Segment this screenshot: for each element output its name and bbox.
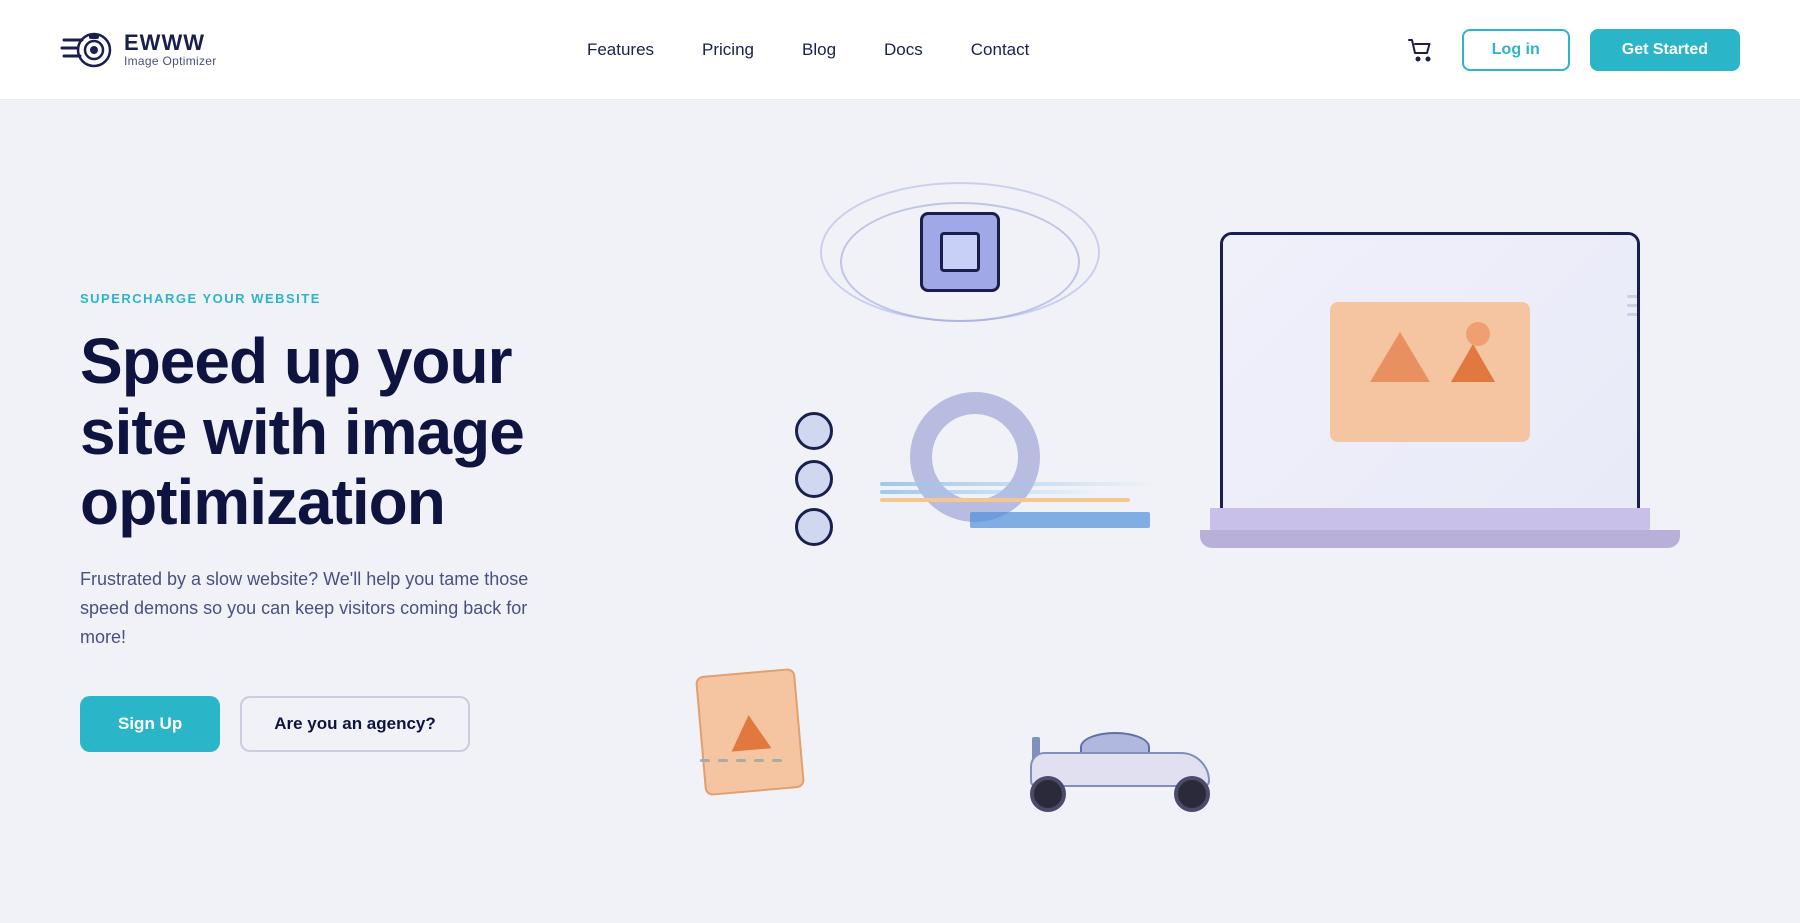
speed-line-3 bbox=[880, 498, 1130, 502]
speed-lines bbox=[880, 482, 1180, 502]
cylinder-elements bbox=[795, 412, 833, 556]
hero-section: SUPERCHARGE YOUR WEBSITE Speed up your s… bbox=[0, 100, 1800, 923]
spark-line-2 bbox=[1627, 304, 1640, 307]
camera-element bbox=[920, 212, 1020, 312]
dash-1 bbox=[700, 759, 710, 762]
nav-pricing[interactable]: Pricing bbox=[702, 40, 754, 60]
nav-contact[interactable]: Contact bbox=[971, 40, 1030, 60]
speed-line-1 bbox=[880, 482, 1160, 486]
laptop-keyboard bbox=[1210, 508, 1650, 532]
hero-illustration bbox=[600, 172, 1740, 872]
logo[interactable]: EWWW Image Optimizer bbox=[60, 24, 217, 76]
header-actions: Log in Get Started bbox=[1400, 29, 1740, 71]
screen-image bbox=[1330, 302, 1530, 442]
nav-blog[interactable]: Blog bbox=[802, 40, 836, 60]
agency-button[interactable]: Are you an agency? bbox=[240, 696, 470, 752]
hero-title: Speed up your site with image optimizati… bbox=[80, 326, 600, 537]
cylinder-2 bbox=[795, 460, 833, 498]
donut-ring bbox=[910, 392, 1040, 522]
cylinder-1 bbox=[795, 412, 833, 450]
mountain-icon-2 bbox=[1451, 344, 1495, 382]
dash-3 bbox=[736, 759, 746, 762]
logo-text: EWWW Image Optimizer bbox=[124, 32, 217, 68]
hero-buttons: Sign Up Are you an agency? bbox=[80, 696, 600, 752]
illustration-container bbox=[600, 172, 1740, 872]
logo-icon bbox=[60, 24, 112, 76]
car-wheel-back bbox=[1030, 776, 1066, 812]
logo-name: EWWW bbox=[124, 32, 217, 54]
speed-line-2 bbox=[880, 490, 1100, 494]
mountain-icon-1 bbox=[1370, 332, 1430, 382]
nav-docs[interactable]: Docs bbox=[884, 40, 923, 60]
laptop-base bbox=[1200, 530, 1680, 548]
spark-line-3 bbox=[1627, 313, 1640, 316]
dash-trail bbox=[700, 759, 782, 762]
donut-outer-ring bbox=[910, 392, 1040, 522]
nav-features[interactable]: Features bbox=[587, 40, 654, 60]
image-card bbox=[695, 667, 805, 795]
cart-icon[interactable] bbox=[1400, 29, 1442, 71]
f1-car bbox=[1020, 732, 1220, 812]
laptop-illustration bbox=[1220, 232, 1700, 572]
laptop-screen bbox=[1220, 232, 1640, 512]
screen-sparks bbox=[1627, 295, 1640, 322]
blue-accent-block bbox=[970, 512, 1150, 528]
main-nav: Features Pricing Blog Docs Contact bbox=[587, 40, 1029, 60]
sun-icon bbox=[1466, 322, 1490, 346]
car-wheel-front bbox=[1174, 776, 1210, 812]
login-button[interactable]: Log in bbox=[1462, 29, 1570, 71]
camera-body bbox=[920, 212, 1000, 292]
header: EWWW Image Optimizer Features Pricing Bl… bbox=[0, 0, 1800, 100]
get-started-button[interactable]: Get Started bbox=[1590, 29, 1740, 71]
hero-content: SUPERCHARGE YOUR WEBSITE Speed up your s… bbox=[80, 291, 600, 752]
cylinder-3 bbox=[795, 508, 833, 546]
hero-tag: SUPERCHARGE YOUR WEBSITE bbox=[80, 291, 600, 306]
dash-4 bbox=[754, 759, 764, 762]
spark-line-1 bbox=[1627, 295, 1640, 298]
dash-5 bbox=[772, 759, 782, 762]
card-mountain-icon bbox=[729, 712, 772, 750]
hero-description: Frustrated by a slow website? We'll help… bbox=[80, 565, 540, 651]
laptop-screen-inner bbox=[1223, 235, 1637, 509]
signup-button[interactable]: Sign Up bbox=[80, 696, 220, 752]
dash-2 bbox=[718, 759, 728, 762]
logo-sub: Image Optimizer bbox=[124, 54, 217, 68]
camera-lens bbox=[940, 232, 980, 272]
